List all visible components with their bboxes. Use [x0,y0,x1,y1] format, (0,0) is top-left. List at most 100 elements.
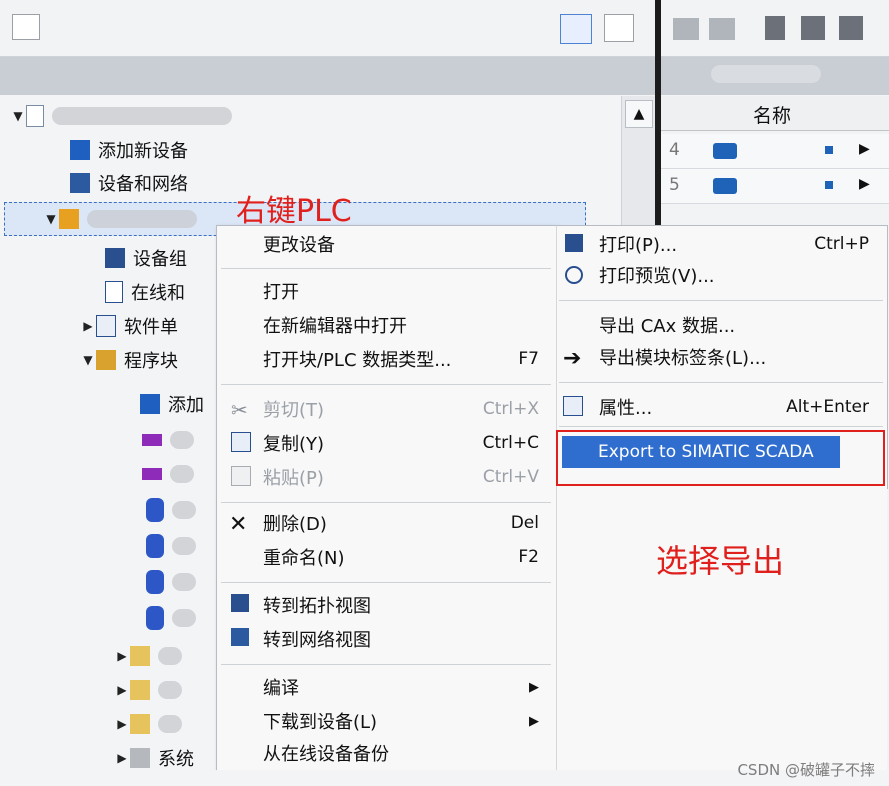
new-tag-icon[interactable] [673,18,699,40]
menu-item-label: 打开块/PLC 数据类型... [263,350,452,371]
tree-item-devices-networks[interactable]: 设备和网络 [70,167,188,199]
details-row[interactable]: 5 ▶ [661,169,889,204]
menu-item-label: 复制(Y) [263,434,325,455]
tree-item-block[interactable] [142,424,194,456]
collapse-arrow-icon[interactable]: ▼ [80,353,96,367]
db-tag-icon[interactable] [765,16,785,40]
menu-item-open[interactable]: 打开 [263,276,553,306]
print-icon [565,234,583,252]
menu-shortcut: Del [510,513,539,533]
menu-item-change-device[interactable]: 更改设备 [263,229,553,259]
tree-row-project[interactable]: ▼ [10,100,232,132]
menu-item-label: 剪切(T) [263,400,325,421]
tree-item-add-device[interactable]: 添加新设备 [70,134,188,166]
folder-icon [130,646,150,666]
menu-item-rename[interactable]: 重命名(N) F2 [263,542,553,572]
expand-arrow-icon[interactable]: ▶ [80,319,96,333]
expand-arrow-icon[interactable]: ▶ [114,649,130,663]
tree-item-device-config[interactable]: 设备组 [105,242,187,274]
menu-item-compile[interactable]: 编译 ▶ [263,672,553,702]
expand-arrow-icon[interactable]: ▶ [114,717,130,731]
menu-item-label: 删除(D) [263,514,327,535]
menu-item-paste[interactable]: 粘贴(P) Ctrl+V [263,462,553,492]
db-block-icon [146,498,164,522]
menu-item-print-preview[interactable]: 打印预览(V)... [599,260,883,290]
menu-item-delete[interactable]: 删除(D) Del [263,508,553,538]
edit-tag-icon[interactable] [801,16,825,40]
tag-icon [713,143,737,159]
paste-icon [231,466,251,486]
tree-item-block[interactable] [146,530,196,562]
details-header-bar [661,57,889,95]
menu-item-label: 编译 [263,678,299,699]
tree-item-system-blocks[interactable]: ▶ 系统 [114,742,194,770]
folder-icon [130,714,150,734]
tree-item-label: 软件单 [124,317,178,338]
expand-arrow-icon[interactable]: ▼ [43,212,59,226]
menu-item-export-simatic-scada[interactable]: Export to SIMATIC SCADA [562,436,840,468]
menu-item-label: 打开 [263,282,299,303]
tree-item-block[interactable] [146,566,196,598]
tree-view-icon[interactable] [12,14,40,40]
blurred-block-name [170,431,194,449]
tree-item-add-block[interactable]: 添加 [140,388,204,420]
plc-icon [59,209,79,229]
tree-item-folder[interactable]: ▶ [114,674,182,706]
device-config-icon [105,248,125,268]
blurred-block-name [172,573,196,591]
blurred-block-name [172,537,196,555]
menu-shortcut: Alt+Enter [786,397,869,417]
db-block-icon [146,534,164,558]
blurred-project-name [52,107,232,125]
tree-item-label: 添加新设备 [98,141,188,162]
ob-block-icon [142,468,162,480]
column-name-header[interactable]: 名称 [753,101,791,128]
arrow-right-icon[interactable]: ▶ [859,176,870,192]
menu-item-export-labels[interactable]: 导出模块标签条(L)... [599,342,883,372]
tree-item-label: 添加 [168,395,204,416]
tree-item-block[interactable] [146,602,196,634]
menu-item-network-view[interactable]: 转到网络视图 [263,624,553,654]
menu-item-open-in-new-editor[interactable]: 在新编辑器中打开 [263,310,553,340]
tree-item-online-diagnostics[interactable]: 在线和 [105,276,185,308]
expand-arrow-icon[interactable]: ▶ [114,751,130,765]
submenu-arrow-icon: ▶ [529,713,539,729]
menu-item-properties[interactable]: 属性... Alt+Enter [599,392,883,422]
menu-item-print[interactable]: 打印(P)... Ctrl+P [599,229,883,259]
expand-arrow-icon[interactable]: ▶ [114,683,130,697]
list-icon[interactable] [839,16,863,40]
blurred-folder-name [158,681,182,699]
export-view-icon[interactable] [604,14,634,42]
menu-item-label: 更改设备 [263,235,335,256]
menu-item-export-cax[interactable]: 导出 CAx 数据... [599,310,883,340]
tree-item-block[interactable] [146,494,196,526]
blurred-folder-name [158,715,182,733]
annotation-right-click-plc: 右键PLC [236,194,352,229]
tree-item-program-blocks[interactable]: ▼ 程序块 [80,344,178,376]
tree-item-block[interactable] [142,458,194,490]
scroll-up-button[interactable]: ▲ [625,100,653,128]
tree-item-software-units[interactable]: ▶ 软件单 [80,310,178,342]
menu-item-topology-view[interactable]: 转到拓扑视图 [263,590,553,620]
menu-item-open-block[interactable]: 打开块/PLC 数据类型... F7 [263,344,553,374]
tree-item-folder[interactable]: ▶ [114,708,182,740]
topology-view-icon [231,594,249,612]
project-tree-toolbar [0,0,655,57]
menu-item-cut[interactable]: 剪切(T) Ctrl+X [263,394,553,424]
table-view-icon[interactable] [560,14,592,44]
new-tag-group-icon[interactable] [709,18,735,40]
tree-item-folder[interactable]: ▶ [114,640,182,672]
menu-item-label: 重命名(N) [263,548,345,569]
menu-item-label: 在新编辑器中打开 [263,316,407,337]
menu-item-download[interactable]: 下载到设备(L) ▶ [263,706,553,736]
menu-shortcut: F7 [518,349,539,369]
expand-arrow-icon[interactable]: ▼ [10,109,26,123]
menu-item-label: 打印预览(V)... [599,266,715,287]
menu-item-backup-online[interactable]: 从在线设备备份 [263,738,553,768]
add-device-icon [70,140,90,160]
menu-item-copy[interactable]: 复制(Y) Ctrl+C [263,428,553,458]
arrow-right-icon[interactable]: ▶ [859,141,870,157]
menu-shortcut: Ctrl+C [482,433,539,453]
details-row[interactable]: 4 ▶ [661,134,889,169]
ob-block-icon [142,434,162,446]
